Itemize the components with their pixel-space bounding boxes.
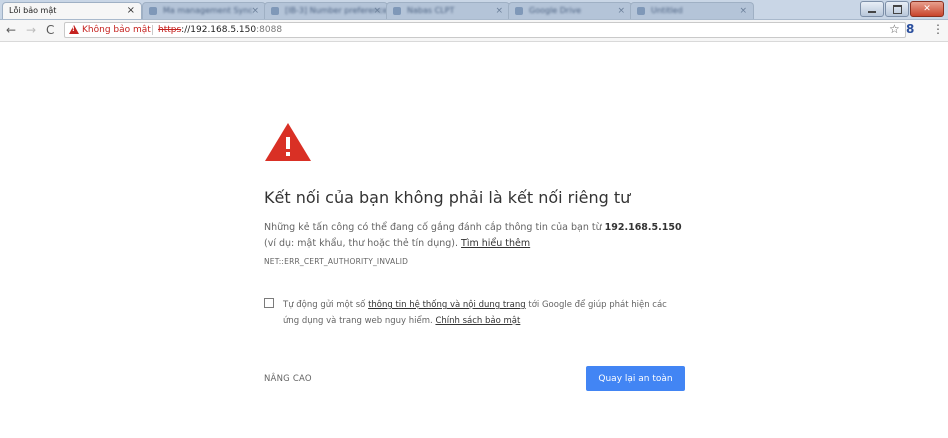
url-port: :8088 <box>256 25 283 35</box>
tab-close-icon[interactable]: × <box>495 3 503 19</box>
maximize-button[interactable] <box>885 1 909 17</box>
tab-close-icon[interactable]: × <box>373 3 381 19</box>
menu-icon[interactable]: ⋮ <box>932 22 944 36</box>
privacy-policy-link[interactable]: Chính sách bảo mật <box>435 316 520 326</box>
favicon-icon <box>637 7 645 15</box>
tab-title: Ma management Sync <box>163 6 253 15</box>
tab-title: Untitled <box>651 6 683 15</box>
advanced-button[interactable]: NÂNG CAO <box>264 374 312 384</box>
tab-title: Nabas CLPT <box>407 6 455 15</box>
back-to-safety-button[interactable]: Quay lại an toàn <box>586 366 685 391</box>
tab-strip: Lỗi bảo mật × Ma management Sync × [IB-3… <box>0 0 948 20</box>
bookmark-star-icon[interactable]: ☆ <box>889 22 900 36</box>
tab-background-1[interactable]: Ma management Sync × <box>142 2 266 19</box>
address-bar[interactable]: Không bảo mật https://192.168.5.150:8088 <box>64 22 906 38</box>
tab-background-2[interactable]: [IB-3] Number preferences × <box>264 2 388 19</box>
favicon-icon <box>149 7 157 15</box>
tab-close-icon[interactable]: × <box>739 3 747 19</box>
tab-title: Lỗi bảo mật <box>9 6 57 15</box>
learn-more-link[interactable]: Tìm hiểu thêm <box>461 238 530 249</box>
tab-close-icon[interactable]: × <box>617 3 625 19</box>
favicon-icon <box>271 7 279 15</box>
optin-text: Tự động gửi một số <box>283 300 369 310</box>
reload-icon[interactable]: C <box>46 23 54 38</box>
tab-close-icon[interactable]: × <box>251 3 259 19</box>
close-window-button[interactable] <box>910 1 944 17</box>
warning-triangle-icon <box>265 123 311 161</box>
tab-background-3[interactable]: Nabas CLPT × <box>386 2 510 19</box>
explanation-text: Những kẻ tấn công có thể đang cố gắng đá… <box>264 222 605 233</box>
system-info-link[interactable]: thông tin hệ thống và nội dung trang <box>368 300 526 310</box>
page-title: Kết nối của bạn không phải là kết nối ri… <box>264 188 631 207</box>
favicon-icon <box>393 7 401 15</box>
browser-toolbar: ← → C Không bảo mật https://192.168.5.15… <box>0 20 948 42</box>
url-host: ://192.168.5.150 <box>181 25 257 35</box>
explanation-paragraph: Những kẻ tấn công có thể đang cố gắng đá… <box>264 220 694 252</box>
tab-active[interactable]: Lỗi bảo mật × <box>2 2 142 19</box>
warning-icon[interactable] <box>69 25 79 34</box>
favicon-icon <box>515 7 523 15</box>
back-icon[interactable]: ← <box>6 23 16 38</box>
minimize-button[interactable] <box>860 1 884 17</box>
report-optin-text: Tự động gửi một số thông tin hệ thống và… <box>283 297 683 329</box>
tab-background-5[interactable]: Untitled × <box>630 2 754 19</box>
forward-icon[interactable]: → <box>26 23 36 38</box>
url-scheme: https <box>158 25 182 35</box>
explanation-text: (ví dụ: mật khẩu, thư hoặc thẻ tín dụng)… <box>264 238 462 249</box>
url-text[interactable]: https://192.168.5.150:8088 <box>158 23 282 37</box>
error-code: NET::ERR_CERT_AUTHORITY_INVALID <box>264 257 409 266</box>
report-checkbox[interactable] <box>264 298 274 308</box>
tab-close-icon[interactable]: × <box>127 3 135 19</box>
window-controls <box>860 1 944 17</box>
extension-icon[interactable]: 8 <box>906 22 914 36</box>
tab-title: Google Drive <box>529 6 582 15</box>
security-indicator[interactable]: Không bảo mật <box>82 23 151 37</box>
divider <box>152 25 153 35</box>
host-name: 192.168.5.150 <box>604 222 682 233</box>
tab-background-4[interactable]: Google Drive × <box>508 2 632 19</box>
